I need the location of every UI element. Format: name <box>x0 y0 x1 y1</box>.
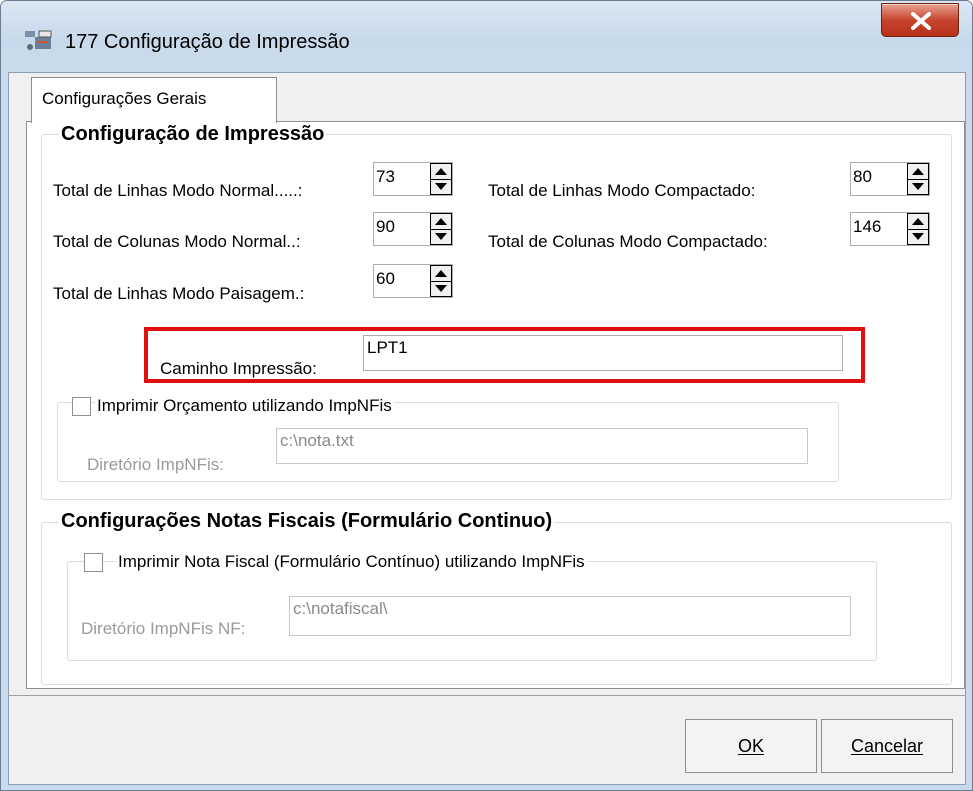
impnfis-orcamento-checkbox-label[interactable]: Imprimir Orçamento utilizando ImpNFis <box>95 396 394 416</box>
lines-landscape-input[interactable] <box>376 265 426 293</box>
spin-up-button[interactable] <box>908 214 928 230</box>
window-title: 177 Configuração de Impressão <box>65 31 350 53</box>
close-icon <box>911 12 931 30</box>
lines-landscape-spinner[interactable] <box>373 264 453 298</box>
columns-normal-spin-buttons[interactable] <box>430 213 452 245</box>
tab-label: Configurações Gerais <box>42 89 207 108</box>
arrow-down-icon <box>912 183 924 190</box>
arrow-up-icon <box>435 218 447 225</box>
impnfis-orcamento-checkbox[interactable] <box>72 397 91 416</box>
lines-compact-input[interactable] <box>853 163 903 191</box>
lines-landscape-label: Total de Linhas Modo Paisagem.: <box>53 284 305 303</box>
impnfis-dir-label: Diretório ImpNFis: <box>87 455 224 474</box>
nf-dir-label: Diretório ImpNFis NF: <box>81 619 246 638</box>
tab-configuracoes-gerais[interactable]: Configurações Gerais <box>31 77 277 123</box>
spin-down-button[interactable] <box>908 229 928 244</box>
print-config-group-title: Configuração de Impressão <box>59 123 327 146</box>
arrow-down-icon <box>912 233 924 240</box>
cancel-button[interactable]: Cancelar <box>821 719 953 773</box>
lines-landscape-spin-buttons[interactable] <box>430 265 452 297</box>
nf-dir-input[interactable] <box>293 597 825 621</box>
lines-compact-spin-buttons[interactable] <box>907 163 929 195</box>
columns-compact-label: Total de Colunas Modo Compactado: <box>488 232 768 251</box>
columns-normal-label: Total de Colunas Modo Normal..: <box>53 232 301 251</box>
nf-config-group-title: Configurações Notas Fiscais (Formulário … <box>59 510 555 533</box>
nf-dir-field[interactable] <box>289 596 851 636</box>
lines-normal-spin-buttons[interactable] <box>430 163 452 195</box>
spin-down-button[interactable] <box>908 179 928 194</box>
arrow-down-icon <box>435 183 447 190</box>
tab-panel: Configuração de Impressão Total de Linha… <box>26 121 965 689</box>
lines-compact-spinner[interactable] <box>850 162 930 196</box>
lines-normal-spinner[interactable] <box>373 162 453 196</box>
dialog-window: 177 Configuração de Impressão Configuraç… <box>0 0 973 791</box>
nf-impnfis-checkbox-label[interactable]: Imprimir Nota Fiscal (Formulário Contínu… <box>116 552 587 572</box>
lines-compact-label: Total de Linhas Modo Compactado: <box>488 181 756 200</box>
arrow-up-icon <box>435 168 447 175</box>
close-button[interactable] <box>881 3 959 37</box>
cancel-button-label: Cancelar <box>850 735 924 756</box>
columns-normal-input[interactable] <box>376 213 426 241</box>
nf-impnfis-checkbox[interactable] <box>84 553 103 572</box>
columns-normal-spinner[interactable] <box>373 212 453 246</box>
arrow-down-icon <box>435 285 447 292</box>
spin-up-button[interactable] <box>431 266 451 282</box>
printer-settings-icon <box>25 30 52 50</box>
ok-button-label: OK <box>737 735 764 756</box>
lines-normal-input[interactable] <box>376 163 426 191</box>
spin-up-button[interactable] <box>908 164 928 180</box>
impnfis-dir-field[interactable] <box>276 428 808 464</box>
ok-button[interactable]: OK <box>685 719 817 773</box>
arrow-up-icon <box>912 168 924 175</box>
arrow-down-icon <box>435 233 447 240</box>
highlight-box <box>144 327 865 383</box>
arrow-up-icon <box>435 270 447 277</box>
spin-up-button[interactable] <box>431 214 451 230</box>
button-area-separator <box>8 695 966 696</box>
lines-normal-label: Total de Linhas Modo Normal.....: <box>53 181 303 200</box>
impnfis-dir-input[interactable] <box>280 429 784 453</box>
spin-up-button[interactable] <box>431 164 451 180</box>
spin-down-button[interactable] <box>431 229 451 244</box>
columns-compact-spin-buttons[interactable] <box>907 213 929 245</box>
spin-down-button[interactable] <box>431 179 451 194</box>
arrow-up-icon <box>912 218 924 225</box>
spin-down-button[interactable] <box>431 281 451 296</box>
columns-compact-spinner[interactable] <box>850 212 930 246</box>
title-bar[interactable]: 177 Configuração de Impressão <box>1 1 972 53</box>
columns-compact-input[interactable] <box>853 213 903 241</box>
